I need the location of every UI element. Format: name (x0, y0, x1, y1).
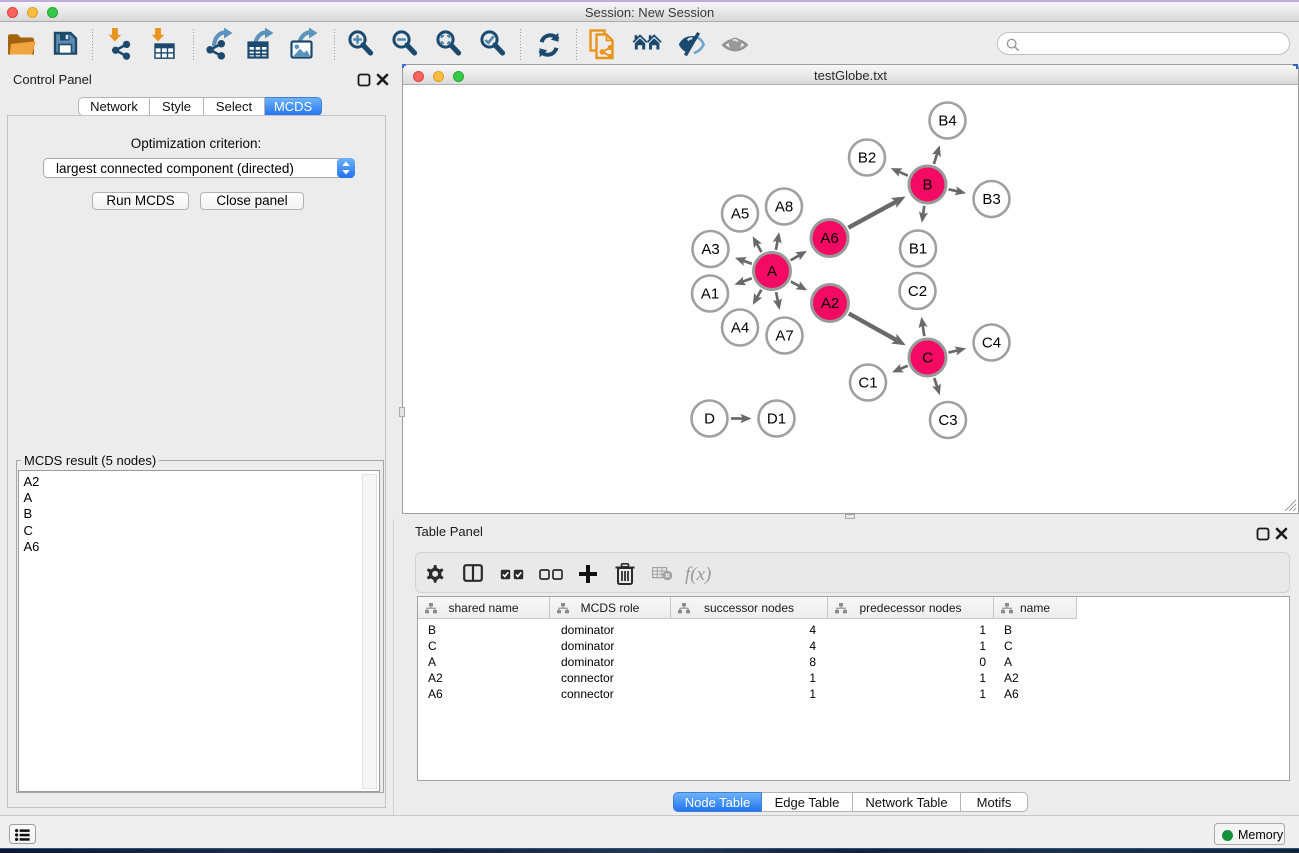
svg-text:D1: D1 (767, 411, 786, 428)
svg-text:C2: C2 (908, 283, 927, 300)
svg-text:A: A (767, 263, 777, 280)
svg-text:B: B (922, 177, 932, 194)
svg-text:A2: A2 (821, 295, 839, 312)
svg-text:A6: A6 (820, 230, 838, 247)
svg-text:A3: A3 (701, 241, 719, 258)
svg-text:A5: A5 (731, 206, 749, 223)
svg-text:A4: A4 (731, 320, 749, 337)
svg-text:C: C (922, 350, 933, 367)
svg-text:B2: B2 (858, 150, 876, 167)
svg-text:C4: C4 (982, 335, 1001, 352)
svg-text:B1: B1 (909, 241, 927, 258)
svg-text:A7: A7 (775, 328, 793, 345)
svg-text:f(x): f(x) (685, 564, 711, 585)
svg-text:B3: B3 (982, 191, 1000, 208)
svg-text:A8: A8 (775, 199, 793, 216)
svg-text:C3: C3 (938, 412, 957, 429)
svg-text:C1: C1 (858, 375, 877, 392)
svg-text:D: D (704, 411, 715, 428)
svg-text:A1: A1 (701, 286, 719, 303)
svg-text:B4: B4 (938, 113, 956, 130)
